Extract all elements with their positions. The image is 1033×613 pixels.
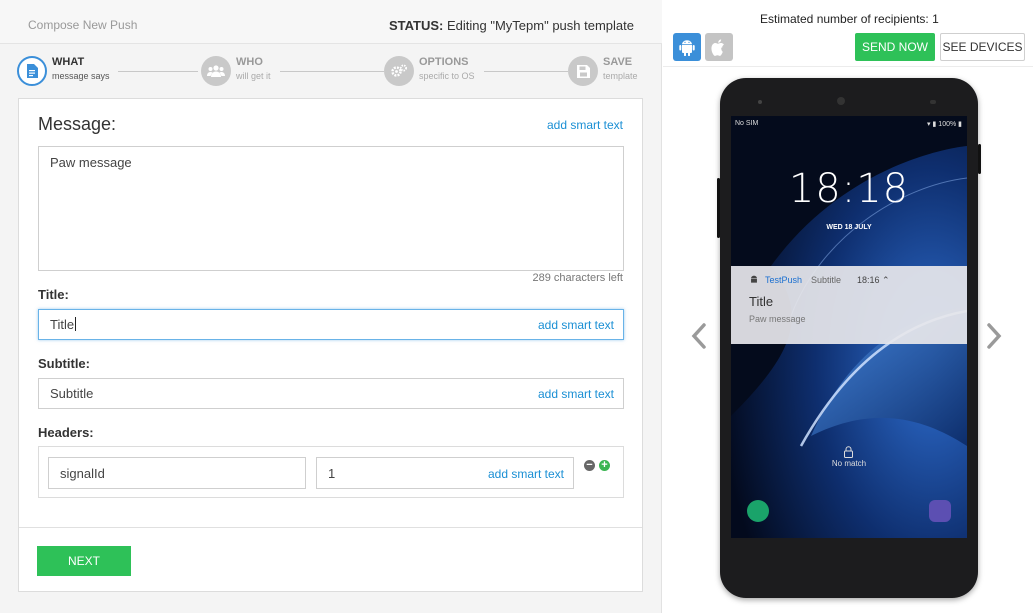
lock-message: No match [831,459,867,468]
message-form: Message: add smart text Paw message 289 … [18,98,643,592]
users-icon [201,56,231,86]
lock-screen: No SIM ▾ ▮ 100% ▮ 18:18 WED 18 JULY Test… [731,116,967,538]
headers-label: Headers: [38,425,94,440]
lock-clock: 18:18 [788,166,910,212]
notification-app-name: TestPush [765,275,803,285]
document-icon [17,56,47,86]
step-connector [280,71,384,72]
lock-icon [844,446,853,458]
front-camera [758,100,762,104]
text-caret [75,317,77,331]
headers-row: signalId 1 add smart text − + [38,446,624,498]
wizard-steps: WHAT message says WHO will get it OPTIONS s… [0,44,662,98]
add-header-icon[interactable]: + [599,460,610,471]
notification-subtitle: Subtitle [811,275,842,285]
title-value: Title [50,317,75,332]
chevron-left-icon[interactable] [689,322,709,350]
composer-pane: Compose New Push STATUS: Editing "MyTepm… [0,0,662,613]
camera-icon [929,500,951,522]
title-label: Title: [38,287,69,302]
phone-sensor [930,100,936,104]
step-connector [484,71,568,72]
form-divider [19,527,642,528]
status-text: STATUS: Editing "MyTepm" push template [389,18,634,33]
phone-speaker [837,97,845,105]
subtitle-input[interactable]: Subtitle add smart text [38,378,624,409]
notification-time: 18:16 ⌃ [857,275,890,285]
gears-icon [384,56,414,86]
send-now-button[interactable]: SEND NOW [855,33,935,61]
notification-body: Paw message [749,314,806,324]
apple-icon [711,39,724,56]
android-icon [679,39,695,56]
step-title: WHAT [52,56,85,68]
message-add-smart-text-link[interactable]: add smart text [547,118,623,132]
android-platform-button[interactable] [673,33,701,61]
phone-icon [747,500,769,522]
notification-preview: TestPush Subtitle 18:16 ⌃ Title Paw mess… [731,266,967,344]
message-textarea[interactable]: Paw message [38,146,624,271]
step-title: WHO [236,56,263,68]
status-value: Editing "MyTepm" push template [443,18,634,33]
see-devices-button[interactable]: SEE DEVICES [940,33,1025,61]
header-value-input[interactable]: 1 add smart text [316,457,574,489]
composer-header: Compose New Push STATUS: Editing "MyTepm… [0,0,662,44]
header-key-input[interactable]: signalId [48,457,306,489]
subtitle-add-smart-text-link[interactable]: add smart text [538,387,614,401]
title-input[interactable]: Title add smart text [38,309,624,340]
characters-left: 289 characters left [532,272,624,284]
step-connector [118,71,198,72]
remove-header-icon[interactable]: − [584,460,595,471]
android-small-icon [751,275,757,283]
header-add-smart-text-link[interactable]: add smart text [488,467,564,481]
notification-title: Title [749,294,774,309]
recipients-estimate: Estimated number of recipients: 1 [760,12,939,26]
step-subtitle: message says [52,71,110,81]
subtitle-value: Subtitle [50,386,94,401]
phone-power-button [978,144,981,174]
chevron-right-icon[interactable] [984,322,1004,350]
next-button[interactable]: NEXT [37,546,131,576]
preview-pane: Estimated number of recipients: 1 SEND N… [663,0,1033,613]
phone-mockup: No SIM ▾ ▮ 100% ▮ 18:18 WED 18 JULY Test… [717,78,981,598]
step-subtitle: template [603,71,638,81]
notification-time-value: 18:16 [857,275,880,285]
carrier-status: No SIM [735,120,759,127]
step-title: SAVE [603,56,633,68]
lock-date: WED 18 JULY [826,224,872,231]
subtitle-label: Subtitle: [38,356,90,371]
step-subtitle: specific to OS [419,71,475,81]
save-icon [568,56,598,86]
status-label: STATUS: [388,18,444,33]
message-label: Message: [38,114,117,134]
ios-platform-button[interactable] [705,33,733,61]
page-title: Compose New Push [28,18,138,32]
phone-volume-button [717,178,720,238]
step-title: OPTIONS [419,56,469,68]
battery-level: 100% [938,121,957,128]
battery-status: ▾ ▮ 100% ▮ [927,121,962,128]
header-value: 1 [328,466,336,481]
title-add-smart-text-link[interactable]: add smart text [538,318,614,332]
preview-divider [663,66,1033,67]
step-subtitle: will get it [236,71,271,81]
